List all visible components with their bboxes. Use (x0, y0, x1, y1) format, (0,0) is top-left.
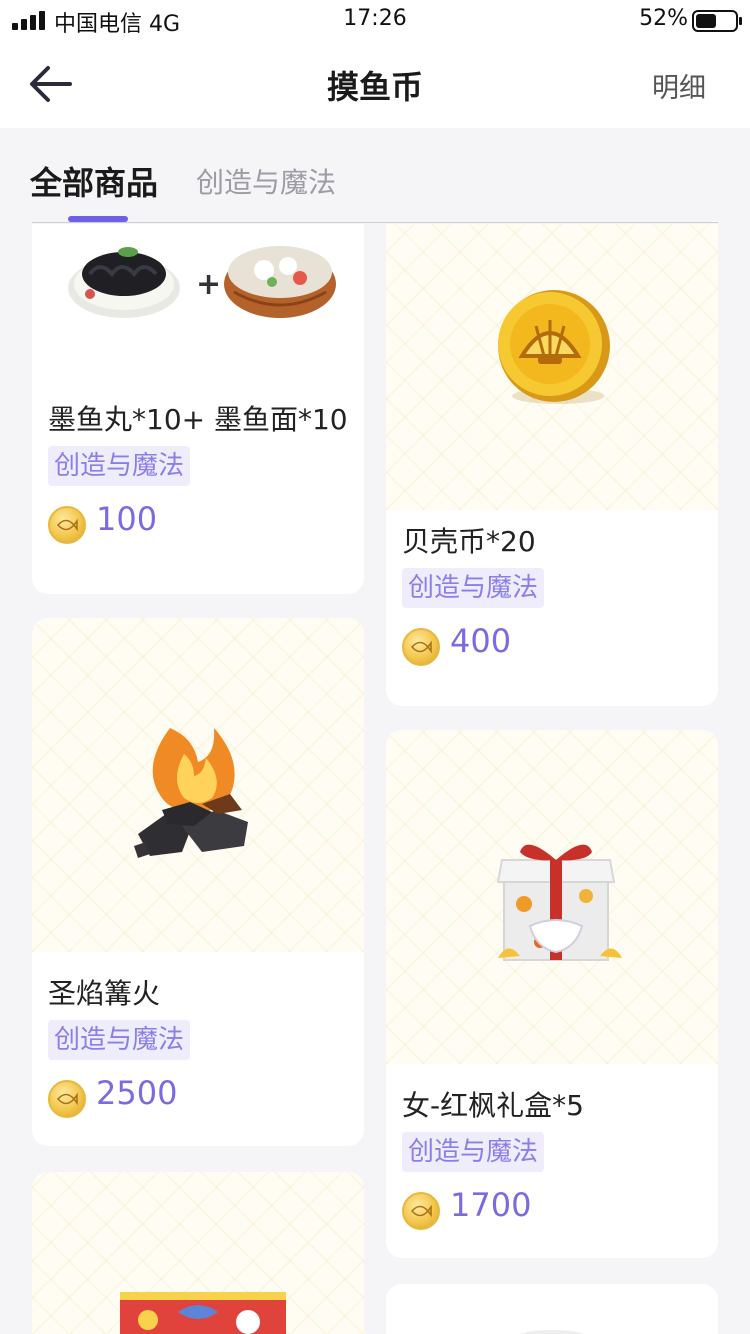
fish-coin-icon (402, 628, 440, 666)
product-image (32, 618, 364, 952)
product-price: 400 (402, 622, 602, 668)
tab-create-and-magic[interactable]: 创造与魔法 (196, 161, 336, 201)
product-name: 贝壳币*20 (402, 525, 536, 558)
tab-all-products[interactable]: 全部商品 (30, 158, 158, 204)
battery-icon (692, 10, 742, 32)
battery-percent: 52% (639, 6, 688, 31)
gift-box-icon (496, 844, 622, 961)
nav-bar: 摸鱼币 明细 (0, 40, 750, 128)
page-title: 摸鱼币 (326, 68, 423, 106)
product-card[interactable] (32, 1172, 364, 1334)
shell-coin-icon (498, 290, 610, 404)
svg-text:+: + (196, 267, 221, 302)
gift-box-red-icon (120, 1292, 286, 1334)
price-value: 400 (450, 622, 512, 660)
squid-noodles-and-balls-icon: + (68, 246, 336, 318)
status-time: 17:26 (343, 6, 407, 31)
fish-coin-icon (48, 1080, 86, 1118)
detail-link[interactable]: 明细 (652, 66, 706, 105)
tab-divider (32, 222, 718, 223)
price-value: 2500 (96, 1074, 178, 1112)
fish-coin-icon (402, 1192, 440, 1230)
product-card[interactable]: 女-红枫礼盒*5 创造与魔法 1700 (386, 730, 718, 1258)
product-grid: + 墨鱼丸*10+ 墨鱼面*10 创造与魔法 100 贝壳币*20 创造与魔法 … (0, 224, 750, 1334)
product-name: 墨鱼丸*10+ 墨鱼面*10 (48, 403, 348, 436)
category-tag: 创造与魔法 (402, 1132, 545, 1172)
category-tag: 创造与魔法 (48, 1020, 191, 1060)
category-tag: 创造与魔法 (48, 446, 191, 486)
category-tabs: 全部商品 创造与魔法 (0, 128, 750, 224)
product-price: 100 (48, 500, 248, 546)
product-image: + (32, 224, 364, 384)
price-value: 100 (96, 500, 158, 538)
fish-coin-icon (48, 506, 86, 544)
product-card[interactable]: 贝壳币*20 创造与魔法 400 (386, 224, 718, 706)
item-icon (519, 1330, 585, 1334)
price-value: 1700 (450, 1186, 532, 1224)
product-price: 1700 (402, 1186, 602, 1232)
status-bar: 中国电信 4G 17:26 52% (0, 0, 750, 40)
bonfire-icon (134, 728, 248, 858)
product-price: 2500 (48, 1074, 248, 1120)
product-image (386, 224, 718, 510)
product-image (32, 1172, 364, 1334)
product-card[interactable]: + 墨鱼丸*10+ 墨鱼面*10 创造与魔法 100 (32, 224, 364, 594)
product-image (386, 1284, 718, 1334)
product-image (386, 730, 718, 1064)
product-card[interactable] (386, 1284, 718, 1334)
category-tag: 创造与魔法 (402, 568, 545, 608)
product-name: 女-红枫礼盒*5 (402, 1089, 584, 1122)
product-name: 圣焰篝火 (48, 977, 161, 1010)
product-card[interactable]: 圣焰篝火 创造与魔法 2500 (32, 618, 364, 1146)
